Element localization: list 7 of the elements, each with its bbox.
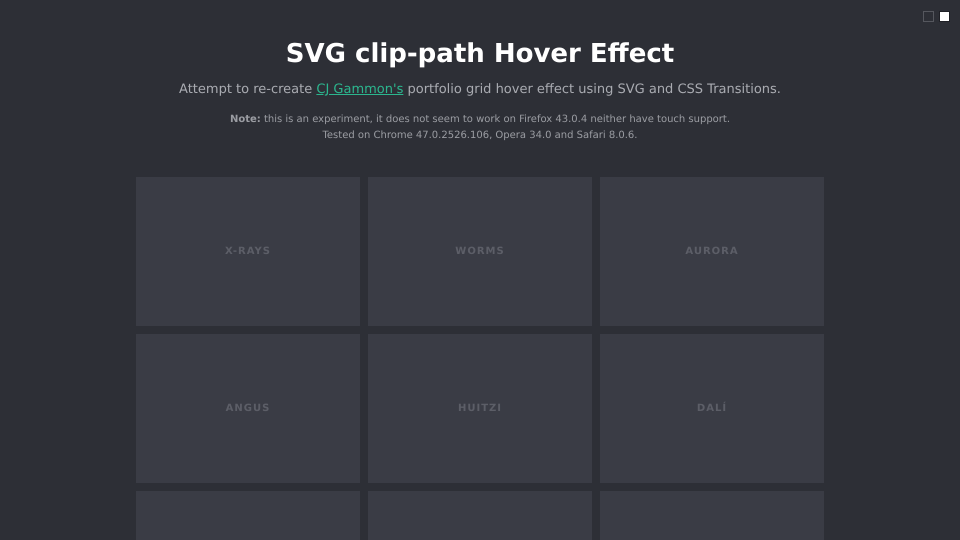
note-text: Tested on Chrome 47.0.2526.106, Opera 34.0 and Safari 8.0.6. <box>322 128 638 142</box>
theme-swatch[interactable] <box>923 11 934 22</box>
note-text: Note: this is an experiment, it does not seem to work on Firefox 43.0.4 neither have touch support. <box>230 112 730 126</box>
author-link[interactable]: CJ Gammon's <box>316 82 404 97</box>
theme-swatch[interactable] <box>939 11 950 22</box>
page-title: SVG clip-path Hover Effect <box>286 38 674 70</box>
intro-text: Attempt to re-create CJ Gammon's portfolio grid hover effect using SVG and CSS Transitions. <box>179 81 781 99</box>
